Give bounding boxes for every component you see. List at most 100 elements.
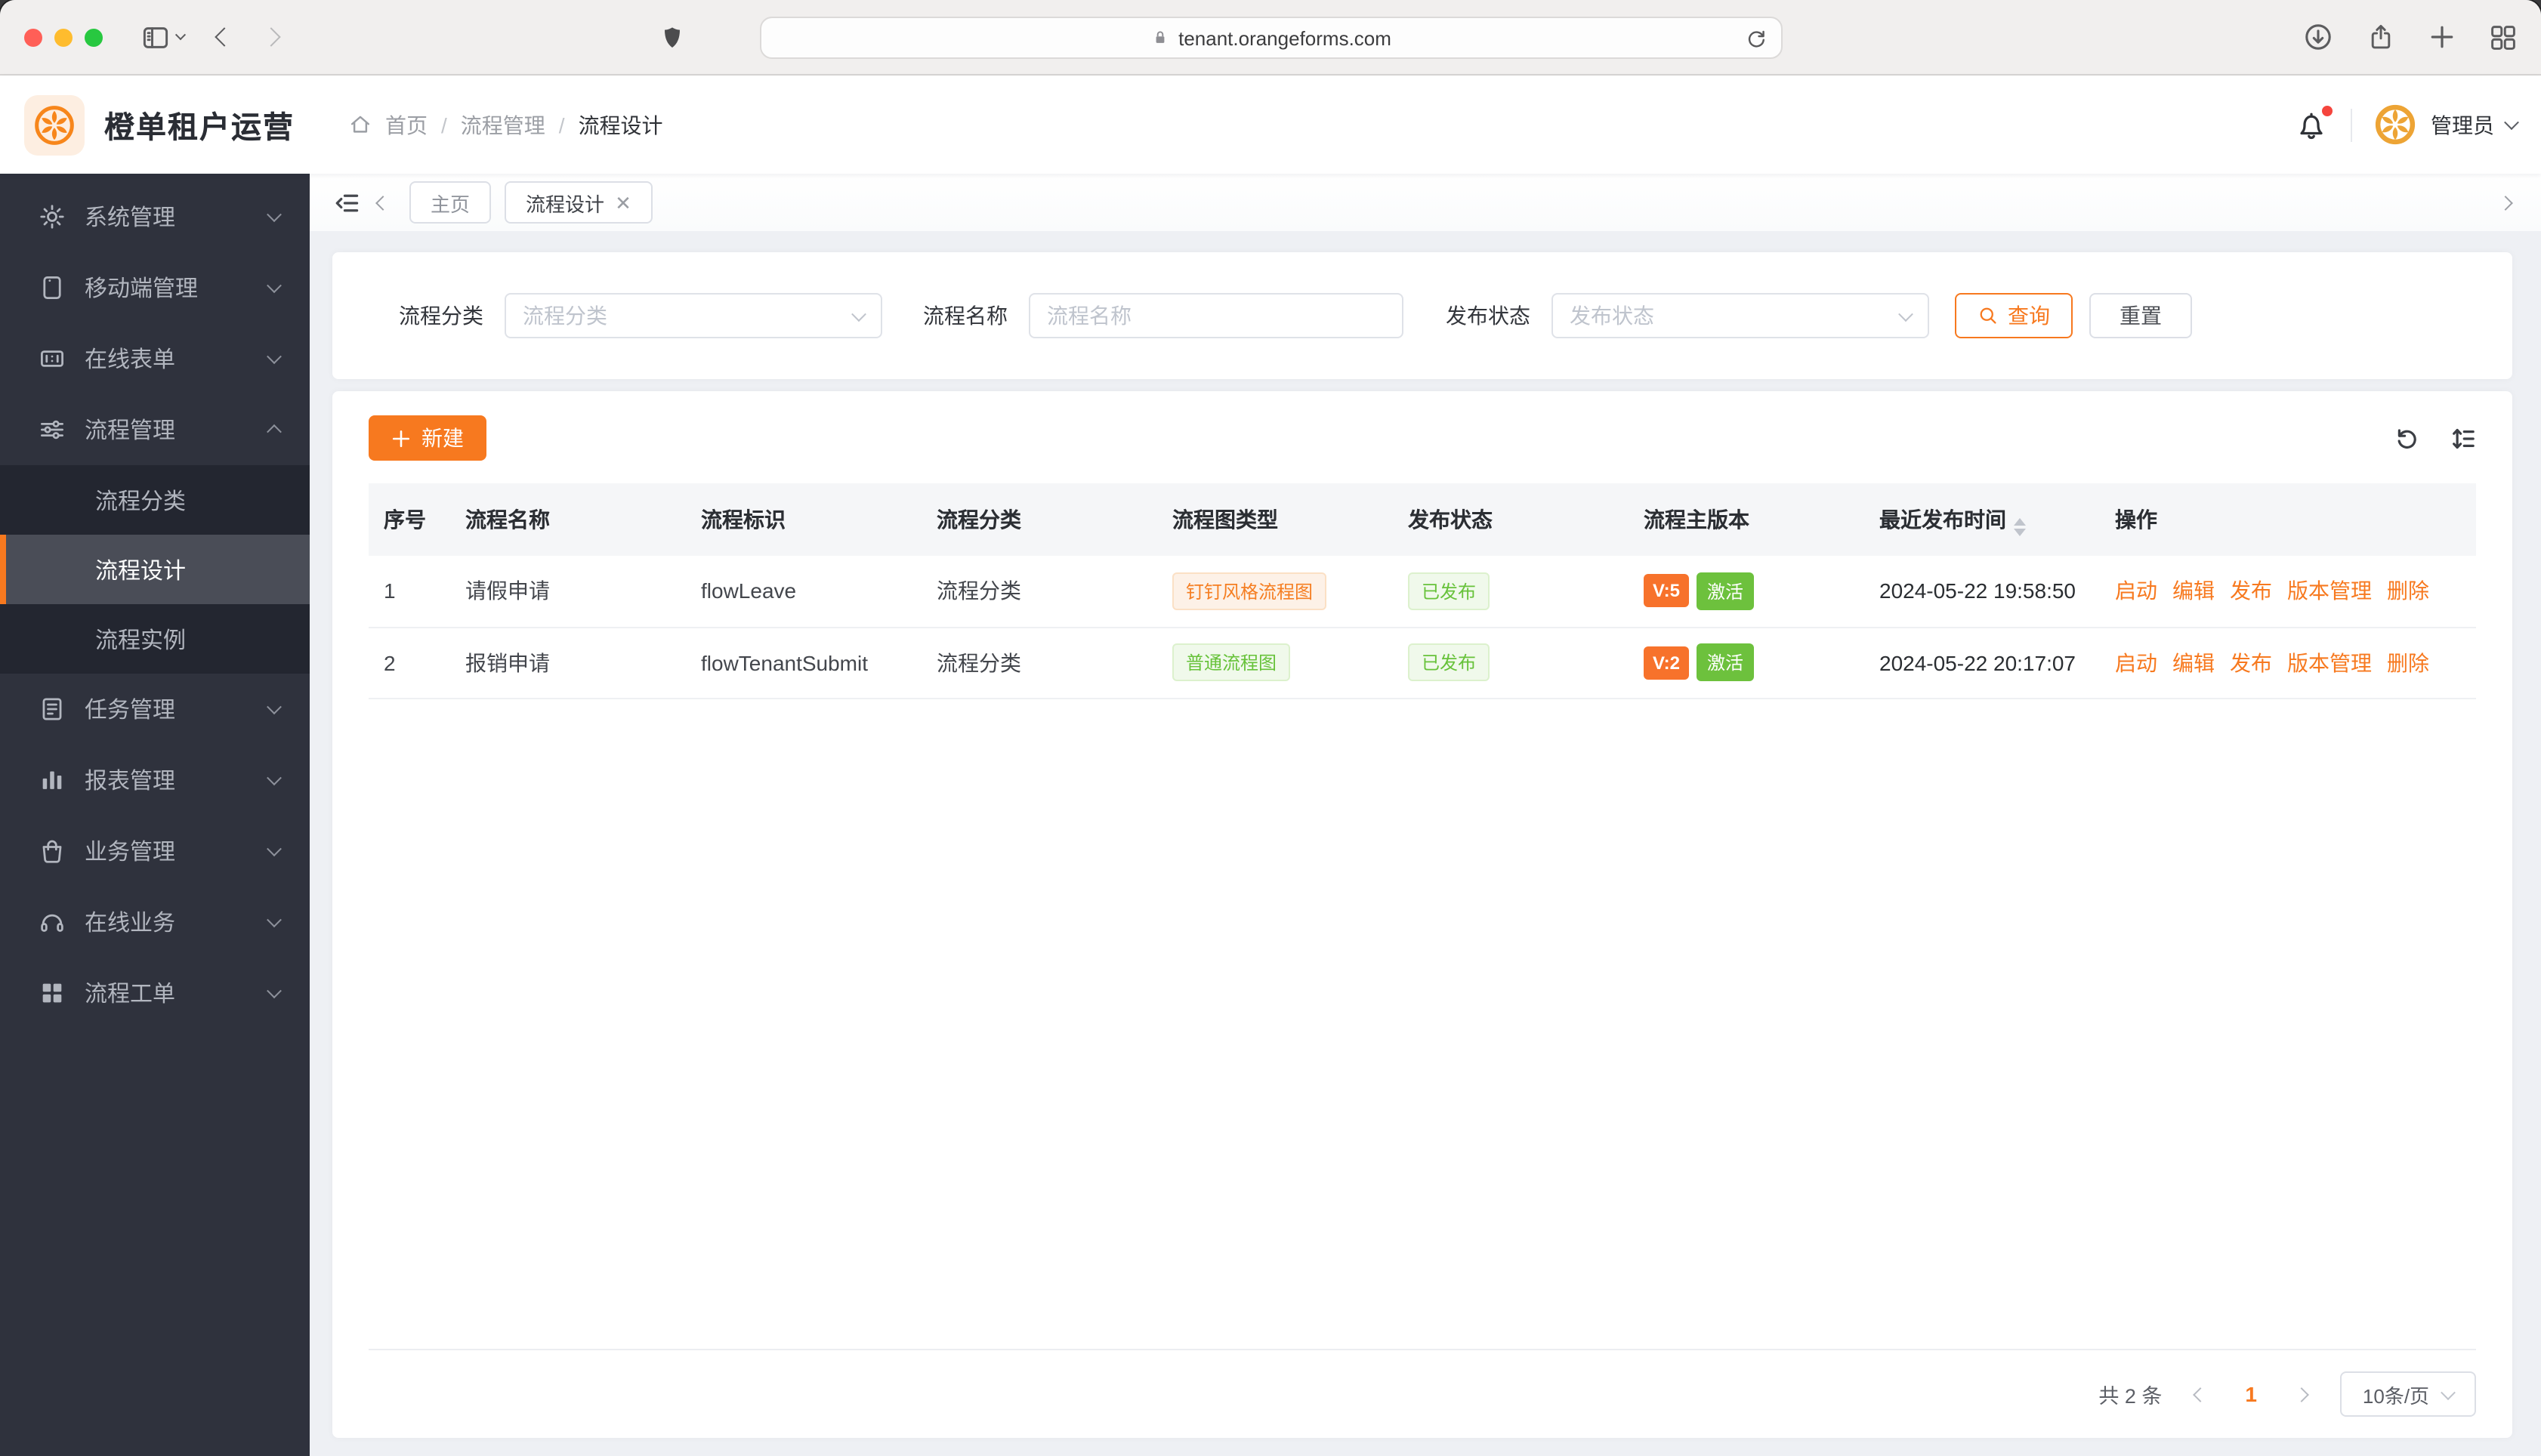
app-header: 橙单租户运营 首页 / 流程管理 / 流程设计 管理员 — [0, 76, 2541, 174]
action-publish[interactable]: 发布 — [2230, 647, 2272, 677]
col-category: 流程分类 — [922, 483, 1157, 556]
notification-badge — [2322, 105, 2333, 116]
user-name[interactable]: 管理员 — [2431, 110, 2494, 140]
tab-label: 主页 — [431, 193, 471, 215]
action-edit[interactable]: 编辑 — [2172, 647, 2215, 677]
sidebar-item-flow-category[interactable]: 流程分类 — [0, 465, 310, 535]
collapse-menu-icon[interactable] — [334, 190, 360, 215]
pagination-total: 共 2 条 — [2098, 1385, 2163, 1408]
create-button[interactable]: 新建 — [369, 415, 486, 461]
breadcrumb-home[interactable]: 首页 — [385, 110, 428, 140]
sidebar-item-system[interactable]: 系统管理 — [0, 181, 310, 252]
table-empty-area — [369, 699, 2476, 1350]
search-icon — [1980, 307, 1996, 324]
tab-home[interactable]: 主页 — [409, 181, 492, 224]
sidebar-item-label: 业务管理 — [85, 840, 176, 865]
sidebar-chevron-icon[interactable] — [174, 29, 187, 41]
chevron-down-icon — [267, 983, 282, 999]
action-start[interactable]: 启动 — [2115, 647, 2157, 677]
tab-overview-icon[interactable] — [2490, 23, 2517, 51]
bar-chart-icon — [42, 771, 62, 789]
document-icon — [42, 698, 62, 720]
col-name: 流程名称 — [450, 483, 686, 556]
action-version-mgmt[interactable]: 版本管理 — [2287, 576, 2372, 606]
filter-name-label: 流程名称 — [923, 304, 1008, 328]
sidebar-item-label: 流程工单 — [85, 982, 176, 1007]
reload-icon[interactable] — [1745, 27, 1768, 50]
breadcrumb-flow-mgmt[interactable]: 流程管理 — [461, 110, 545, 140]
orange-slice-icon — [35, 105, 74, 144]
flow-table: 序号 流程名称 流程标识 流程分类 流程图类型 发布状态 流程主版本 最近发布时… — [369, 483, 2476, 699]
address-bar[interactable]: tenant.orangeforms.com — [760, 17, 1783, 59]
page-size-select[interactable]: 10条/页 — [2340, 1371, 2476, 1417]
sidebar-item-label: 报表管理 — [85, 769, 176, 794]
tabs-scroll-right-icon[interactable] — [2498, 195, 2513, 210]
next-page-icon[interactable] — [2294, 1387, 2309, 1402]
filter-category-field: 流程分类 流程分类 — [399, 293, 882, 338]
sort-carets-icon[interactable] — [2014, 517, 2026, 535]
table-panel: 新建 序号 流程名称 流程标识 流程分类 流程图类型 发布状态 流程主版本 最近… — [332, 391, 2512, 1438]
forward-icon[interactable] — [261, 27, 281, 47]
sidebar-item-flow-ticket[interactable]: 流程工单 — [0, 958, 310, 1029]
mobile-icon — [43, 276, 61, 299]
minimize-window-button[interactable] — [54, 28, 73, 46]
cell-name: 报销申请 — [450, 627, 686, 699]
col-publish-time: 最近发布时间 — [1864, 483, 2100, 556]
cell-category: 流程分类 — [922, 556, 1157, 628]
flow-name-input[interactable] — [1029, 293, 1403, 338]
action-version-mgmt[interactable]: 版本管理 — [2287, 647, 2372, 677]
cell-publish-time: 2024-05-22 19:58:50 — [1864, 556, 2100, 628]
sidebar-item-flow-mgmt[interactable]: 流程管理 — [0, 394, 310, 465]
query-button[interactable]: 查询 — [1955, 293, 2073, 338]
sidebar-item-online-form[interactable]: 在线表单 — [0, 323, 310, 394]
tab-flow-design[interactable]: 流程设计 ✕ — [505, 181, 653, 224]
action-delete[interactable]: 删除 — [2387, 647, 2429, 677]
tab-label: 流程设计 — [526, 193, 605, 215]
filter-status-label: 发布状态 — [1446, 304, 1530, 328]
current-page[interactable]: 1 — [2245, 1382, 2257, 1406]
app-title: 橙单租户运营 — [104, 112, 295, 145]
sidebar-item-mobile[interactable]: 移动端管理 — [0, 252, 310, 323]
plus-icon — [392, 429, 410, 447]
column-settings-icon[interactable] — [2450, 425, 2476, 451]
publish-status-select[interactable]: 发布状态 — [1551, 293, 1929, 338]
sidebar-item-flow-instance[interactable]: 流程实例 — [0, 604, 310, 674]
action-start[interactable]: 启动 — [2115, 576, 2157, 606]
sidebar-item-task-mgmt[interactable]: 任务管理 — [0, 674, 310, 745]
close-window-button[interactable] — [24, 28, 42, 46]
back-icon[interactable] — [215, 27, 234, 47]
action-publish[interactable]: 发布 — [2230, 576, 2272, 606]
share-icon[interactable] — [2367, 23, 2394, 51]
table-tools — [2394, 425, 2476, 451]
sidebar-item-report-mgmt[interactable]: 报表管理 — [0, 745, 310, 816]
gear-icon — [40, 205, 64, 229]
new-tab-icon[interactable] — [2429, 24, 2455, 50]
col-actions: 操作 — [2100, 483, 2476, 556]
diagram-type-tag: 钉钉风格流程图 — [1172, 572, 1327, 610]
prev-page-icon[interactable] — [2193, 1387, 2209, 1402]
tabs-scroll-left-icon[interactable] — [375, 195, 391, 210]
action-edit[interactable]: 编辑 — [2172, 576, 2215, 606]
user-avatar[interactable] — [2373, 103, 2417, 147]
action-delete[interactable]: 删除 — [2387, 576, 2429, 606]
close-tab-icon[interactable]: ✕ — [615, 193, 631, 212]
url-text: tenant.orangeforms.com — [1178, 26, 1391, 49]
reset-button[interactable]: 重置 — [2089, 293, 2192, 338]
refresh-icon[interactable] — [2394, 425, 2420, 451]
notification-bell-icon[interactable] — [2296, 105, 2333, 140]
downloads-icon[interactable] — [2304, 23, 2333, 51]
version-badge: V:2 — [1644, 646, 1690, 679]
privacy-shield-icon[interactable] — [660, 23, 684, 51]
sidebar-item-flow-design[interactable]: 流程设计 — [0, 535, 310, 604]
sidebar-item-online-business[interactable]: 在线业务 — [0, 887, 310, 958]
safari-sidebar-icon[interactable] — [142, 23, 169, 51]
table-row: 1 请假申请 flowLeave 流程分类 钉钉风格流程图 已发布 V:5 激活 … — [369, 556, 2476, 628]
sidebar-item-business-mgmt[interactable]: 业务管理 — [0, 816, 310, 887]
user-menu-chevron-icon[interactable] — [2504, 115, 2519, 131]
zoom-window-button[interactable] — [85, 28, 103, 46]
cell-publish-time: 2024-05-22 20:17:07 — [1864, 627, 2100, 699]
table-toolbar: 新建 — [369, 415, 2476, 461]
sidebar-item-label: 在线表单 — [85, 347, 176, 373]
col-index: 序号 — [369, 483, 450, 556]
category-select[interactable]: 流程分类 — [505, 293, 882, 338]
